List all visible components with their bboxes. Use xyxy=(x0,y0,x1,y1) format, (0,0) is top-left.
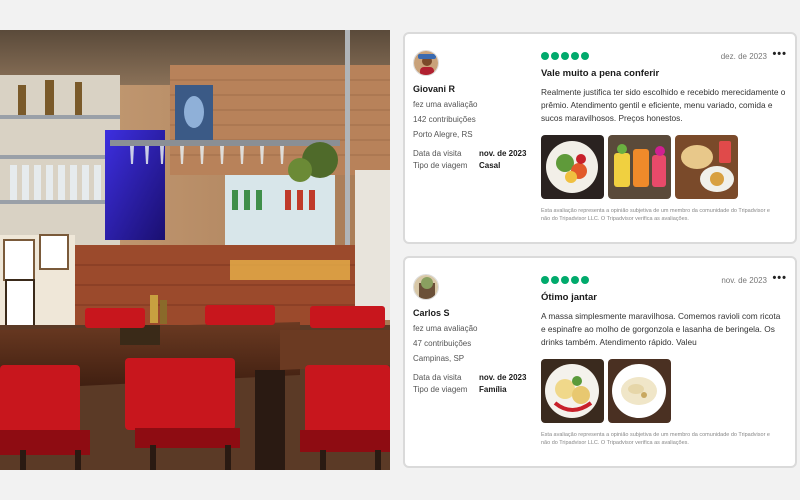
reviewer-action: fez uma avaliação xyxy=(413,100,478,109)
review-content: Ótimo jantar A massa simplesmente maravi… xyxy=(541,276,787,447)
review-title[interactable]: Ótimo jantar xyxy=(541,292,787,303)
juices-photo[interactable] xyxy=(608,135,671,199)
rating-bubble-icon xyxy=(561,276,569,284)
snacks-photo[interactable] xyxy=(675,135,738,199)
review-photos xyxy=(541,135,787,199)
rating-bubble-icon xyxy=(571,52,579,60)
reviewer-contributions: 47 contribuições xyxy=(413,339,472,348)
visit-date-label: Data da visita xyxy=(413,149,462,158)
reviewer-info: Giovani R fez uma avaliação 142 contribu… xyxy=(413,50,533,142)
avatar[interactable] xyxy=(413,274,439,300)
visit-details: Data da visita nov. de 2023 Tipo de viage… xyxy=(413,372,526,396)
reviewer-info: Carlos S fez uma avaliação 47 contribuiç… xyxy=(413,274,533,366)
rating-bubble-icon xyxy=(551,276,559,284)
reviewer-location: Campinas, SP xyxy=(413,354,465,363)
visit-details: Data da visita nov. de 2023 Tipo de viage… xyxy=(413,148,526,172)
review-card: Giovani R fez uma avaliação 142 contribu… xyxy=(403,32,797,244)
rating-bubble-icon xyxy=(571,276,579,284)
ravioli-photo[interactable] xyxy=(541,359,604,423)
reviewer-action: fez uma avaliação xyxy=(413,324,478,333)
trip-type-value: Casal xyxy=(479,161,501,170)
review-photos xyxy=(541,359,787,423)
trip-type-label: Tipo de viagem xyxy=(413,161,468,170)
rating-bubble-icon xyxy=(581,276,589,284)
rating-bubble-icon xyxy=(561,52,569,60)
review-body: Realmente justifica ter sido escolhido e… xyxy=(541,87,786,123)
review-content: Vale muito a pena conferir Realmente jus… xyxy=(541,52,787,223)
visit-date-value: nov. de 2023 xyxy=(479,149,527,158)
rating-bubble-icon xyxy=(541,276,549,284)
rating-bubble-icon xyxy=(581,52,589,60)
review-disclaimer: Esta avaliação representa a opinião subj… xyxy=(541,208,770,222)
trip-type-value: Família xyxy=(479,385,507,394)
avatar[interactable] xyxy=(413,50,439,76)
review-card: Carlos S fez uma avaliação 47 contribuiç… xyxy=(403,256,797,468)
reviewer-contributions: 142 contribuições xyxy=(413,115,476,124)
restaurant-interior-photo xyxy=(0,30,390,470)
rating-bubble-icon xyxy=(551,52,559,60)
visit-date-value: nov. de 2023 xyxy=(479,373,527,382)
rating-bubbles xyxy=(541,276,787,284)
rating-bubble-icon xyxy=(541,52,549,60)
reviewer-location: Porto Alegre, RS xyxy=(413,130,473,139)
reviewer-name[interactable]: Carlos S xyxy=(413,308,533,318)
visit-date-label: Data da visita xyxy=(413,373,462,382)
trip-type-label: Tipo de viagem xyxy=(413,385,468,394)
salad-dish-photo[interactable] xyxy=(541,135,604,199)
reviewer-name[interactable]: Giovani R xyxy=(413,84,533,94)
review-body: A massa simplesmente maravilhosa. Comemo… xyxy=(541,311,781,347)
pasta-plate-photo[interactable] xyxy=(608,359,671,423)
review-title[interactable]: Vale muito a pena conferir xyxy=(541,68,787,79)
rating-bubbles xyxy=(541,52,787,60)
review-disclaimer: Esta avaliação representa a opinião subj… xyxy=(541,432,770,446)
